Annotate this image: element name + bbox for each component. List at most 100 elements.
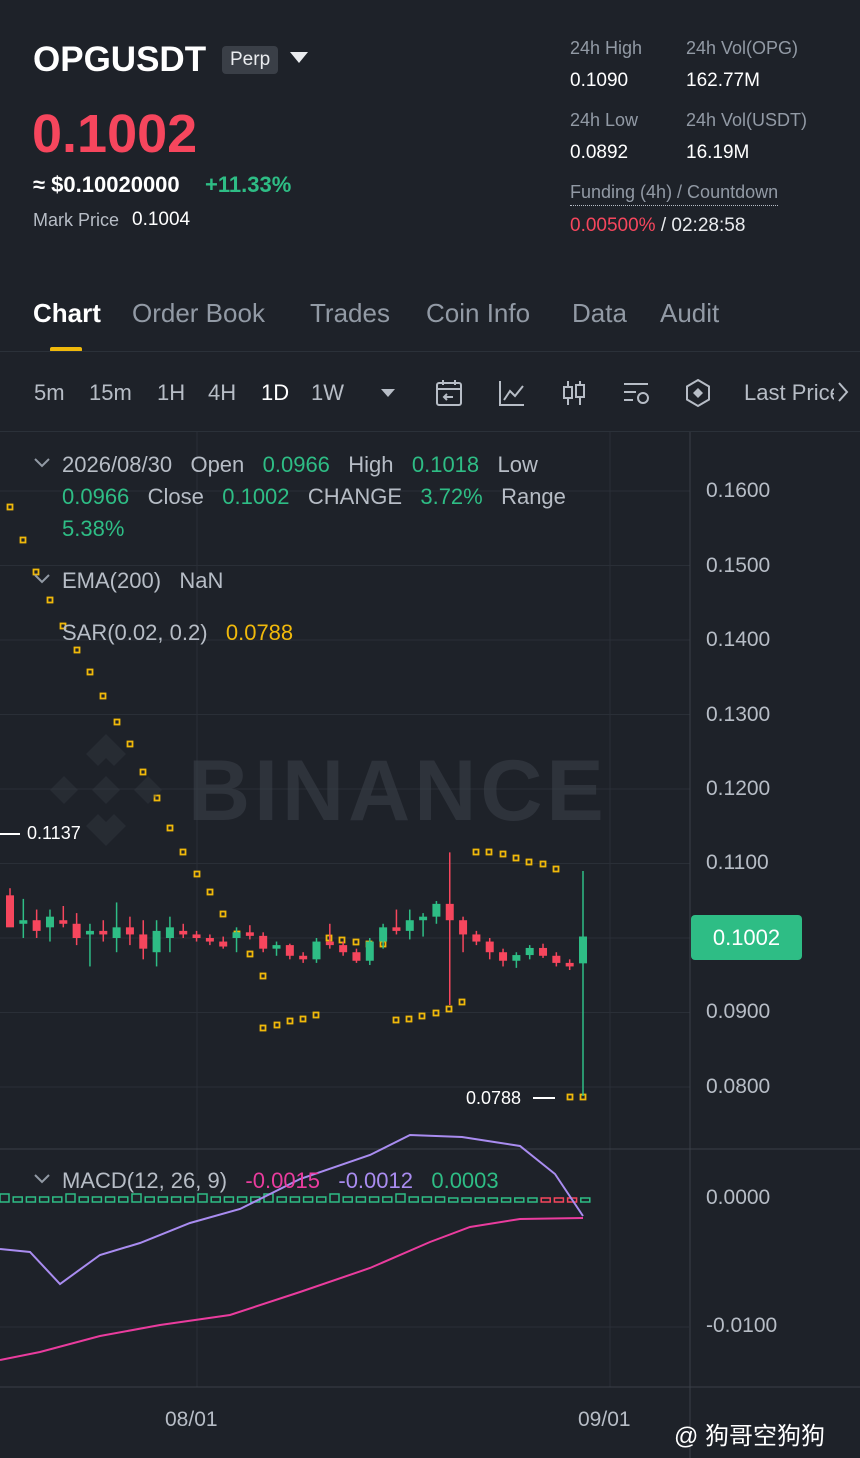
macd-histogram-bar	[580, 1197, 591, 1203]
sar-dot	[99, 692, 107, 700]
candle-body	[512, 955, 521, 961]
macd-histogram-bar	[210, 1196, 221, 1203]
high-marker-label: 0.1137	[27, 823, 81, 843]
macd-histogram-bar	[276, 1196, 287, 1203]
low-marker-line	[533, 1097, 555, 1099]
candle-body	[32, 920, 41, 931]
candle-body	[312, 941, 321, 960]
macd-histogram-bar	[131, 1193, 142, 1203]
sar-dot	[499, 850, 507, 858]
last-price: 0.1002	[32, 104, 198, 164]
sar-value: 0.0788	[225, 620, 294, 645]
high-24h-value: 0.1090	[570, 70, 629, 91]
candle-body	[432, 903, 441, 917]
macd-legend: MACD(12, 26, 9) -0.0015 -0.0012 0.0003	[62, 1168, 499, 1194]
tab-chart[interactable]: Chart	[33, 298, 101, 329]
macd-histogram-bar	[514, 1197, 525, 1203]
calendar-icon[interactable]	[434, 378, 464, 408]
interval-1h[interactable]: 1H	[157, 380, 185, 406]
interval-4h[interactable]: 4H	[208, 380, 236, 406]
indicator-line-icon[interactable]	[497, 378, 527, 408]
macd-histogram-bar	[540, 1197, 551, 1203]
mark-price-label: Mark Price	[33, 210, 120, 230]
candle-body	[72, 923, 81, 938]
price-tick: 0.0900	[706, 1000, 771, 1023]
low-marker-label: 0.0788	[466, 1088, 522, 1108]
legend-open-value: 0.0966	[262, 452, 330, 477]
interval-1w[interactable]: 1W	[311, 380, 344, 406]
sar-dot	[418, 1012, 426, 1020]
candle-body	[245, 932, 254, 936]
candle-body	[539, 947, 548, 956]
interval-1d[interactable]: 1D	[261, 380, 289, 406]
macd-label: MACD(12, 26, 9)	[62, 1168, 228, 1193]
ema-collapse-icon[interactable]	[33, 572, 51, 586]
legend-change-value: 3.72%	[420, 484, 483, 509]
mark-price-value: 0.1004	[132, 209, 191, 230]
more-intervals-icon[interactable]	[381, 389, 395, 397]
sar-dot	[206, 888, 214, 896]
sar-dot	[566, 1093, 574, 1101]
candle-body	[379, 927, 388, 942]
candle-body	[459, 920, 468, 935]
tab-trades[interactable]: Trades	[310, 298, 390, 329]
sar-dot	[525, 858, 533, 866]
sar-dot	[179, 848, 187, 856]
macd-histogram-bar	[144, 1196, 155, 1203]
macd-histogram-bar	[104, 1196, 116, 1203]
sar-dot	[246, 950, 254, 958]
funding-value: 0.00500% / 02:28:58	[570, 215, 745, 237]
legend-low-label: Low	[497, 452, 538, 477]
sar-dot	[286, 1017, 294, 1025]
sar-dot	[6, 503, 14, 511]
legend-change-label: CHANGE	[307, 484, 402, 509]
binance-watermark-text: BINANCE	[188, 743, 608, 839]
macd-histogram-bar	[197, 1193, 208, 1203]
interval-15m[interactable]: 15m	[89, 380, 132, 406]
high-marker-line	[0, 833, 20, 835]
funding-label[interactable]: Funding (4h) / Countdown	[570, 182, 779, 206]
vol-usdt-label: 24h Vol(USDT)	[686, 110, 808, 130]
legend-high-label: High	[348, 452, 394, 477]
macd-histogram-bar	[342, 1196, 353, 1203]
interval-5m[interactable]: 5m	[34, 380, 65, 406]
legend-collapse-icon[interactable]	[33, 456, 51, 470]
hexagon-icon[interactable]	[683, 378, 713, 408]
tab-order-book[interactable]: Order Book	[132, 298, 265, 329]
funding-separator: /	[655, 215, 672, 236]
tab-coin-info[interactable]: Coin Info	[426, 298, 530, 329]
macd-histogram-bar	[421, 1196, 433, 1203]
sar-dot	[352, 938, 360, 946]
tab-data[interactable]: Data	[572, 298, 627, 329]
vol-opg-label: 24h Vol(OPG)	[686, 38, 799, 58]
price-tick: 0.1200	[706, 777, 771, 800]
macd-histogram-bar	[461, 1197, 472, 1203]
funding-rate: 0.00500%	[570, 215, 656, 236]
sar-dot	[86, 668, 94, 676]
legend-close-label: Close	[147, 484, 204, 509]
candle-body	[99, 930, 108, 935]
candle-body	[259, 935, 268, 949]
macd-dif-value: 0.0003	[431, 1168, 499, 1193]
tab-audit[interactable]: Audit	[660, 298, 719, 329]
last-price-selector[interactable]: Last Price	[744, 380, 834, 406]
price-tick: 0.1600	[706, 479, 771, 502]
sar-dot	[299, 1015, 307, 1023]
macd-histogram-bar	[0, 1193, 10, 1203]
macd-collapse-icon[interactable]	[33, 1172, 51, 1186]
candle-body	[59, 920, 68, 924]
candlestick-type-icon[interactable]	[559, 378, 589, 408]
sar-dot	[259, 1024, 267, 1032]
sar-label: SAR(0.02, 0.2)	[62, 620, 208, 645]
legend-range-label: Range	[501, 484, 566, 509]
sar-dot	[405, 1015, 413, 1023]
chevron-right-icon[interactable]	[836, 378, 850, 406]
sar-dot	[113, 718, 121, 726]
vol-usdt-value: 16.19M	[686, 142, 750, 163]
macd-histogram-bar	[38, 1196, 50, 1203]
candle-body	[125, 927, 134, 935]
candle-body	[499, 952, 508, 961]
symbol-title[interactable]: OPGUSDT	[33, 40, 206, 80]
chart-settings-icon[interactable]	[621, 378, 651, 408]
symbol-dropdown-icon[interactable]	[290, 52, 308, 63]
